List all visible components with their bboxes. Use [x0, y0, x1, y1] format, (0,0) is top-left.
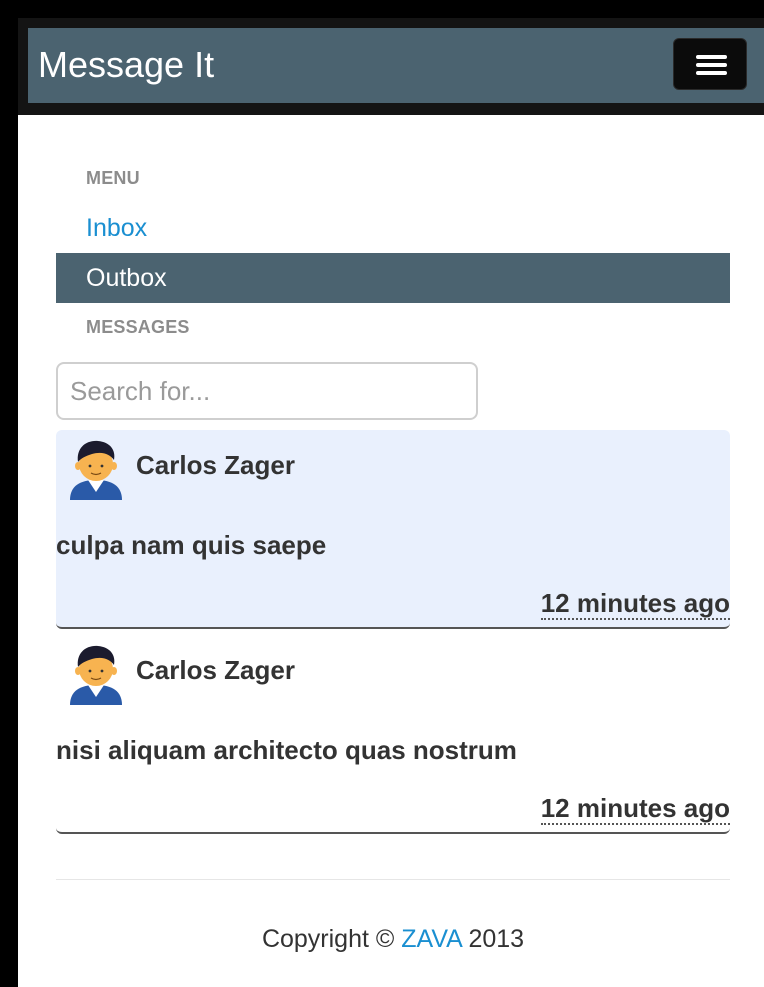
hamburger-menu-icon-bar [696, 71, 727, 75]
nav-item-inbox[interactable]: Inbox [56, 203, 730, 253]
company-link[interactable]: ZAVA [401, 925, 461, 953]
user-avatar-icon [70, 440, 122, 500]
message-timestamp: 12 minutes ago [540, 588, 730, 620]
message-item[interactable]: Carlos Zager culpa nam quis saepe 12 min… [56, 430, 730, 629]
messages-header: MESSAGES [86, 317, 190, 337]
hamburger-menu-icon [696, 55, 727, 59]
nav-item-outbox[interactable]: Outbox [56, 253, 730, 303]
hamburger-menu-icon-bar [696, 63, 727, 67]
menu-toggle-button[interactable] [673, 38, 747, 90]
message-subject: nisi aliquam architecto quas nostrum [56, 735, 517, 765]
footer: Copyright © ZAVA 2013 [56, 925, 730, 954]
message-subject: culpa nam quis saepe [56, 530, 327, 560]
copyright-year: 2013 [468, 925, 525, 953]
main-content: MENU Inbox Outbox MESSAGES Carlo [18, 115, 764, 987]
top-navbar: Message It [18, 18, 764, 115]
brand-title[interactable]: Message It [38, 43, 214, 87]
search-input[interactable] [56, 362, 478, 420]
message-sender: Carlos Zager [136, 450, 295, 480]
app-viewport: Message It MENU Inbox Outbox MESSAGES Se… [0, 0, 764, 987]
message-item[interactable]: Carlos Zager nisi aliquam architecto qua… [56, 635, 730, 834]
message-sender: Carlos Zager [136, 655, 295, 685]
menu-header: MENU [86, 168, 140, 188]
message-timestamp: 12 minutes ago [540, 793, 730, 825]
user-avatar-icon [70, 645, 122, 705]
footer-divider [56, 879, 730, 880]
copyright-text: Copyright © [261, 925, 395, 953]
navbar-inner: Message It [28, 28, 764, 103]
